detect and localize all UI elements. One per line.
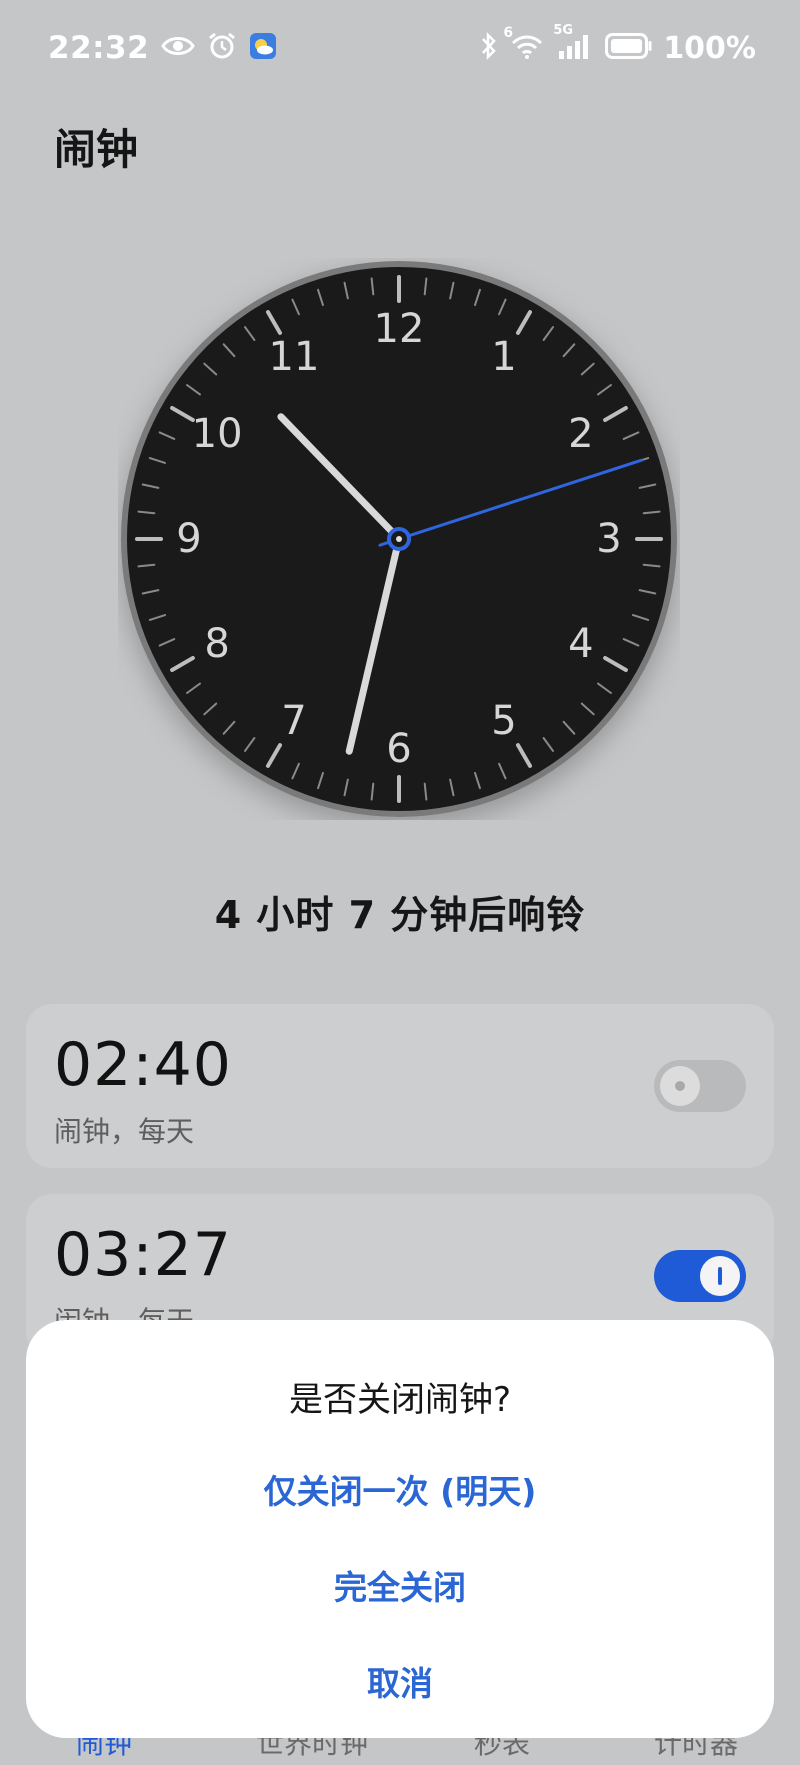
bluetooth-icon <box>479 31 499 65</box>
page-title: 闹钟 <box>54 125 139 174</box>
weather-app-icon <box>249 32 277 64</box>
clock-numeral: 3 <box>596 516 621 562</box>
clock-numeral: 10 <box>192 411 243 457</box>
clock-numeral: 5 <box>491 698 516 744</box>
toggle-knob <box>700 1256 740 1296</box>
cancel-button[interactable]: 取消 <box>26 1644 774 1724</box>
status-time: 22:32 <box>48 30 150 66</box>
status-bar: 22:32 6 5G 100% <box>0 0 800 96</box>
clock-numeral: 4 <box>568 621 593 667</box>
wifi-icon: 6 <box>503 25 545 65</box>
status-right: 6 5G 100% <box>479 23 756 68</box>
clock-numeral: 11 <box>269 334 320 380</box>
alarm-item[interactable]: 02:40 闹钟，每天 <box>26 1004 774 1168</box>
clock-numeral: 1 <box>491 334 516 380</box>
status-left: 22:32 <box>48 28 277 68</box>
alarm-toggle-switch[interactable] <box>654 1060 746 1112</box>
cellular-signal-icon: 5G <box>553 23 595 65</box>
clock-numeral: 8 <box>204 621 229 667</box>
clock-numeral: 9 <box>176 516 201 562</box>
battery-percentage: 100% <box>663 30 756 66</box>
clock-numeral: 12 <box>374 306 425 352</box>
wifi-badge: 6 <box>503 25 514 41</box>
analog-clock: 12 1 2 3 4 5 6 7 8 9 10 11 <box>118 258 680 820</box>
battery-icon <box>605 33 653 63</box>
alarm-toggle-switch[interactable] <box>654 1250 746 1302</box>
clock-numeral: 6 <box>386 726 411 772</box>
turn-off-once-button[interactable]: 仅关闭一次 (明天) <box>26 1452 774 1532</box>
dialog-title: 是否关闭闹钟? <box>288 1380 512 1420</box>
turn-off-alarm-dialog: 是否关闭闹钟? 仅关闭一次 (明天) 完全关闭 取消 <box>26 1320 774 1738</box>
alarm-time: 02:40 <box>54 1030 232 1100</box>
turn-off-completely-button[interactable]: 完全关闭 <box>26 1548 774 1628</box>
clock-numeral: 7 <box>281 698 306 744</box>
alarm-time: 03:27 <box>54 1220 232 1290</box>
eye-icon <box>161 34 195 62</box>
clock-numeral: 2 <box>568 411 593 457</box>
alarm-clock-icon <box>207 31 237 65</box>
clock-center-dot <box>396 536 402 542</box>
alarm-repeat-label: 闹钟，每天 <box>54 1115 195 1148</box>
next-alarm-countdown: 4 小时 7 分钟后响铃 <box>214 893 586 937</box>
network-label: 5G <box>553 23 574 38</box>
toggle-knob <box>660 1066 700 1106</box>
analog-clock-face: 121234567891011 <box>121 261 677 817</box>
